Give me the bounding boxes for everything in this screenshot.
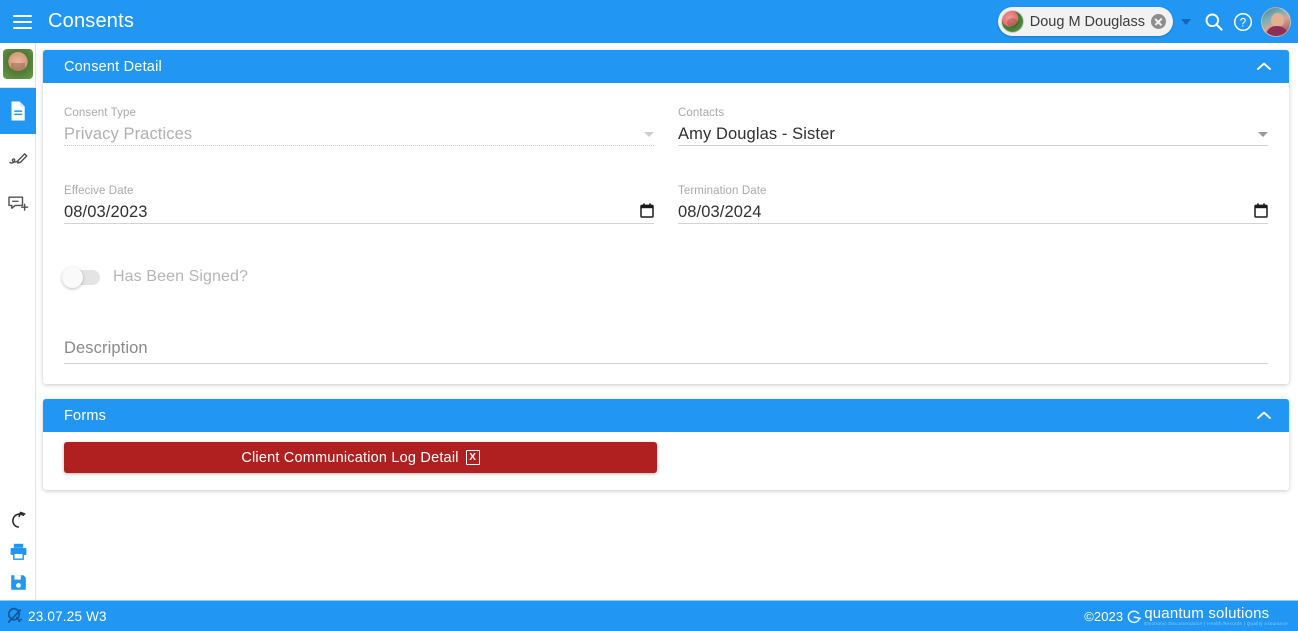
consent-detail-card: Consent Detail Consent Type Privacy Prac… xyxy=(43,50,1289,384)
contacts-value: Amy Douglas - Sister xyxy=(678,125,835,143)
effective-date-label: Effecive Date xyxy=(64,185,134,197)
forms-body: Client Communication Log Detail X xyxy=(43,432,1289,490)
hamburger-menu-icon[interactable] xyxy=(4,0,40,43)
consent-type-label: Consent Type xyxy=(64,107,136,119)
sidebar-item-save[interactable] xyxy=(0,567,36,598)
chevron-down-icon[interactable] xyxy=(1258,132,1268,137)
remove-client-icon[interactable] xyxy=(1151,14,1166,29)
termination-date-value: 08/03/2024 xyxy=(678,203,762,221)
quantum-q-icon xyxy=(6,607,25,626)
footer-right: ©2023 quantum solutions Electronic Docum… xyxy=(1084,606,1288,627)
consent-detail-title: Consent Detail xyxy=(64,58,162,75)
description-field[interactable]: Description xyxy=(64,337,1268,364)
main-content: Consent Detail Consent Type Privacy Prac… xyxy=(36,43,1298,600)
svg-text:?: ? xyxy=(1239,17,1245,29)
chevron-up-icon[interactable] xyxy=(1253,56,1275,78)
sidebar-item-print[interactable] xyxy=(0,536,36,567)
row-type-contacts: Consent Type Privacy Practices Contacts … xyxy=(64,97,1268,146)
consent-detail-header: Consent Detail xyxy=(43,50,1289,83)
app-root: Consents Doug M Douglass ? Consent Detai… xyxy=(0,0,1298,631)
chevron-up-icon[interactable] xyxy=(1253,405,1275,427)
app-version-label: 23.07.25 W3 xyxy=(28,608,107,624)
brand-name: quantum solutions xyxy=(1144,604,1270,622)
forms-header: Forms xyxy=(43,399,1289,432)
form-button-label: Client Communication Log Detail xyxy=(241,449,459,466)
brand-block: quantum solutions Electronic Documentati… xyxy=(1144,606,1288,627)
consent-detail-body: Consent Type Privacy Practices Contacts … xyxy=(43,83,1289,384)
help-circle-icon[interactable]: ? xyxy=(1228,6,1257,38)
user-profile-avatar[interactable] xyxy=(1261,6,1291,37)
toggle-knob xyxy=(62,266,83,288)
forms-title: Forms xyxy=(64,407,107,424)
sidebar-item-undo[interactable] xyxy=(0,505,36,536)
calendar-icon[interactable] xyxy=(640,203,654,218)
consent-type-field[interactable]: Consent Type Privacy Practices xyxy=(64,97,654,146)
contacts-field[interactable]: Contacts Amy Douglas - Sister xyxy=(678,97,1268,146)
consent-type-control[interactable]: Privacy Practices xyxy=(64,120,654,146)
row-dates: Effecive Date 08/03/2023 Termination Dat… xyxy=(64,175,1268,224)
sidebar-item-add-note[interactable] xyxy=(0,180,36,226)
brand-tagline: Electronic Documentation | Health Record… xyxy=(1144,620,1288,626)
has-been-signed-row: Has Been Signed? xyxy=(62,264,1268,290)
quantum-swirl-icon xyxy=(1125,608,1142,625)
copyright-label: ©2023 xyxy=(1084,608,1124,624)
termination-date-control[interactable]: 08/03/2024 xyxy=(678,198,1268,224)
search-icon[interactable] xyxy=(1199,6,1228,38)
chevron-down-icon[interactable] xyxy=(1173,7,1199,37)
footer-left: 23.07.25 W3 xyxy=(6,607,107,626)
consent-type-value: Privacy Practices xyxy=(64,125,193,143)
form-required-x-icon: X xyxy=(465,450,480,465)
client-avatar xyxy=(1000,10,1024,33)
top-app-bar: Consents Doug M Douglass ? xyxy=(0,0,1298,43)
contacts-label: Contacts xyxy=(678,107,725,119)
contacts-control[interactable]: Amy Douglas - Sister xyxy=(678,120,1268,146)
effective-date-field[interactable]: Effecive Date 08/03/2023 xyxy=(64,175,654,224)
chevron-down-icon[interactable] xyxy=(644,132,654,137)
has-been-signed-label: Has Been Signed? xyxy=(113,268,249,285)
topbar-actions: Doug M Douglass ? xyxy=(997,6,1298,38)
client-communication-log-detail-button[interactable]: Client Communication Log Detail X xyxy=(64,442,657,473)
calendar-icon[interactable] xyxy=(1254,203,1268,218)
status-footer: 23.07.25 W3 ©2023 quantum solutions Elec… xyxy=(0,600,1298,631)
rail-bottom-actions xyxy=(0,505,36,598)
has-been-signed-toggle[interactable] xyxy=(62,266,100,288)
client-photo-avatar[interactable] xyxy=(2,49,33,79)
termination-date-field[interactable]: Termination Date 08/03/2024 xyxy=(678,175,1268,224)
forms-card: Forms Client Communication Log Detail X xyxy=(43,399,1289,490)
description-placeholder: Description xyxy=(64,339,148,357)
sidebar-item-documents[interactable] xyxy=(0,88,36,134)
effective-date-value: 08/03/2023 xyxy=(64,203,148,221)
client-name-label: Doug M Douglass xyxy=(1029,13,1145,30)
page-title: Consents xyxy=(48,10,135,32)
selected-client-chip[interactable]: Doug M Douglass xyxy=(997,7,1173,36)
sidebar-item-signature[interactable] xyxy=(0,134,36,180)
left-icon-rail xyxy=(0,43,36,631)
termination-date-label: Termination Date xyxy=(678,185,767,197)
effective-date-control[interactable]: 08/03/2023 xyxy=(64,198,654,224)
